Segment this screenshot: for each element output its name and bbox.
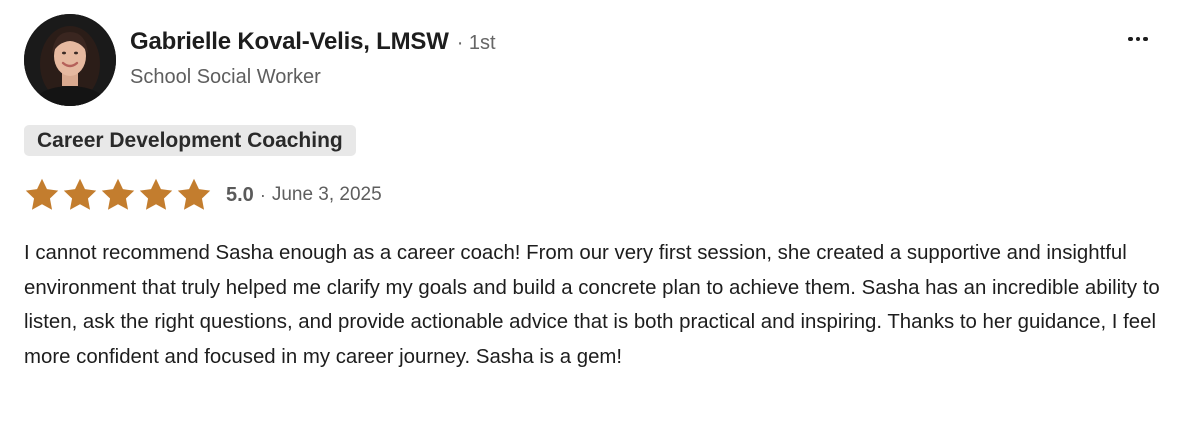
- reviewer-headline: School Social Worker: [130, 66, 321, 88]
- star-icon: [177, 178, 211, 210]
- rating-score: 5.0: [226, 183, 254, 206]
- star-icon: [139, 178, 173, 210]
- reviewer-name[interactable]: Gabrielle Koval-Velis, LMSW: [130, 28, 449, 56]
- rating-separator: ·: [259, 184, 266, 205]
- rating-row: 5.0 · June 3, 2025: [24, 177, 382, 213]
- name-line: Gabrielle Koval-Velis, LMSW · 1st: [130, 28, 496, 56]
- review-card: Gabrielle Koval-Velis, LMSW · 1st School…: [0, 0, 1192, 424]
- avatar[interactable]: [24, 14, 116, 106]
- connection-degree: · 1st: [456, 32, 496, 54]
- star-icon: [63, 178, 97, 210]
- more-options-button[interactable]: [1124, 28, 1152, 50]
- star-icon: [25, 178, 59, 210]
- reviewer-header: Gabrielle Koval-Velis, LMSW · 1st School…: [130, 28, 496, 89]
- star-icon: [101, 178, 135, 210]
- more-horizontal-icon: [1128, 36, 1133, 42]
- star-rating: [24, 177, 214, 213]
- avatar-photo: [24, 14, 116, 106]
- more-horizontal-icon: [1143, 36, 1148, 42]
- service-tag: Career Development Coaching: [24, 125, 356, 156]
- review-date: June 3, 2025: [271, 184, 382, 205]
- review-text: I cannot recommend Sasha enough as a car…: [24, 242, 1160, 368]
- more-horizontal-icon: [1135, 36, 1141, 42]
